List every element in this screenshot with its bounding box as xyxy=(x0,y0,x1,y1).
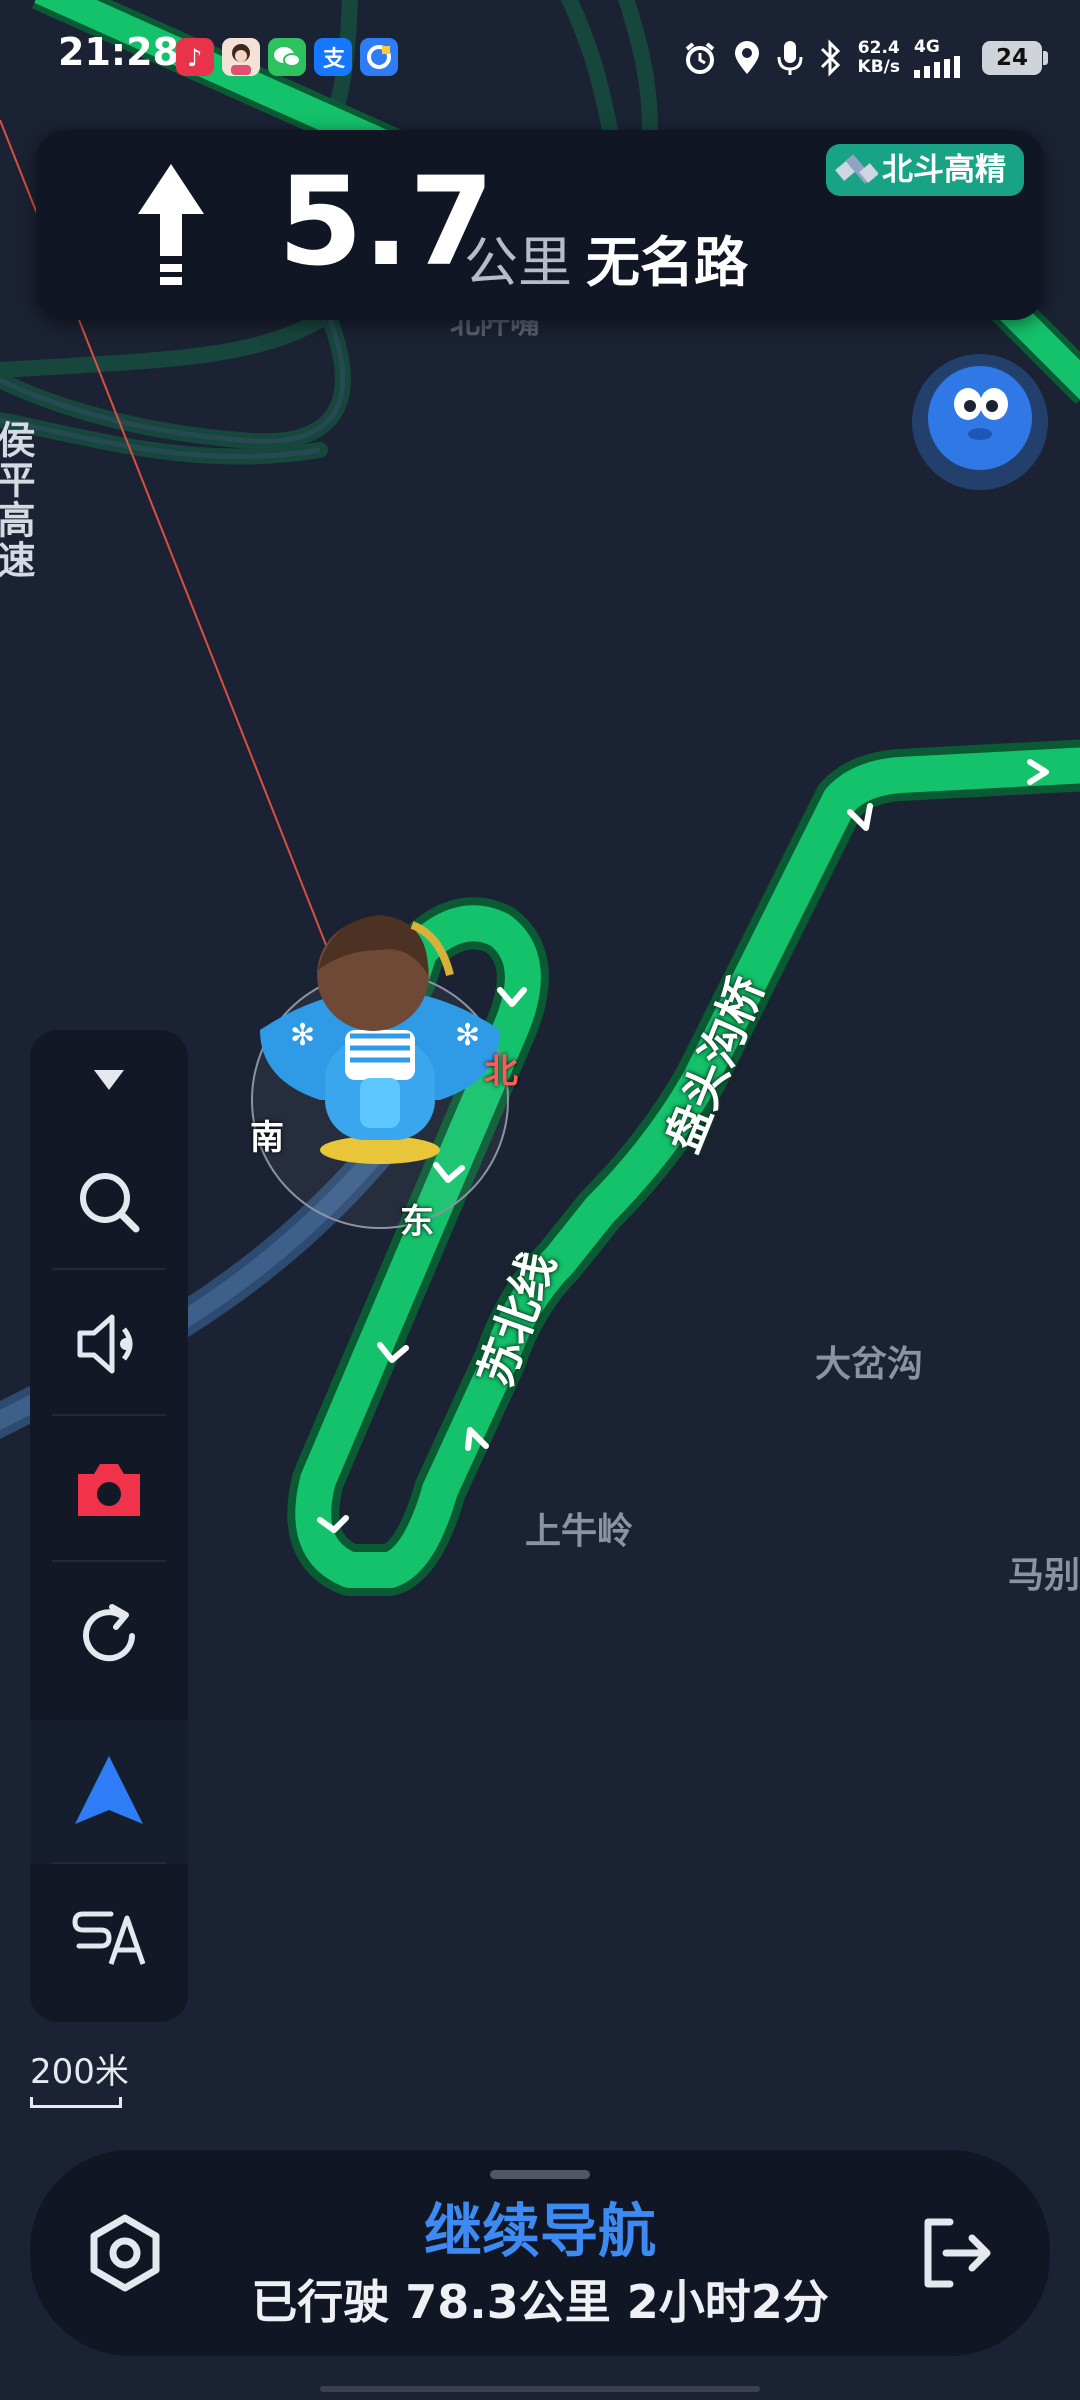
bluetooth-icon xyxy=(820,39,840,77)
alipay-icon: 支 xyxy=(314,38,352,76)
browser-app-icon xyxy=(360,38,398,76)
wechat-icon xyxy=(268,38,306,76)
place-label-dacha: 大岔沟 xyxy=(815,1344,924,1385)
navigation-arrow-icon xyxy=(75,1756,143,1824)
search-button[interactable] xyxy=(30,1130,188,1274)
distance-unit: 公里 xyxy=(464,231,572,294)
map-toolbar xyxy=(30,1030,188,2022)
exit-icon[interactable] xyxy=(910,2208,1000,2298)
status-time: 21:28 xyxy=(58,30,179,74)
svg-text:✻: ✻ xyxy=(455,1018,480,1053)
avatar-app-icon xyxy=(222,38,260,76)
signal-icon xyxy=(914,56,960,78)
svg-text:✻: ✻ xyxy=(290,1018,315,1053)
volume-button[interactable] xyxy=(30,1272,188,1416)
highway-label: 侯平高速 xyxy=(0,420,35,580)
battery-indicator: 24 xyxy=(982,41,1048,75)
voice-assistant-button[interactable] xyxy=(910,352,1050,492)
camera-button[interactable] xyxy=(30,1418,188,1562)
collapse-toolbar-button[interactable] xyxy=(30,1030,188,1130)
toolbar-divider xyxy=(52,1862,166,1864)
place-label-mabie: 马别 xyxy=(1008,1555,1080,1596)
straight-arrow-icon xyxy=(138,164,204,285)
scale-label: 200米 xyxy=(30,2052,129,2092)
follow-mode-button[interactable] xyxy=(30,1720,188,1864)
status-indicators: 62.4 KB/s 4G 24 xyxy=(682,30,1048,86)
drag-handle[interactable] xyxy=(490,2170,590,2179)
satellite-icon xyxy=(835,154,878,184)
network-speed: 62.4 KB/s xyxy=(858,39,900,77)
next-road-name: 无名路 xyxy=(586,231,748,294)
chevron-down-icon xyxy=(94,1070,124,1090)
volume-icon xyxy=(77,1314,133,1374)
camera-icon xyxy=(78,1464,140,1516)
status-bar: 21:28 ♪ 支 62.4 KB/s 4G 24 xyxy=(0,0,1080,110)
compass-south: 南 xyxy=(250,1118,284,1158)
map-scale: 200米 xyxy=(30,2044,129,2108)
compass-east: 东 xyxy=(400,1202,434,1242)
toolbar-divider xyxy=(52,1414,166,1416)
route-overview-icon xyxy=(72,1911,146,1965)
toolbar-divider xyxy=(52,1560,166,1562)
alarm-icon xyxy=(685,42,714,74)
network-type: 4G xyxy=(914,37,940,57)
compass-north: 北 xyxy=(484,1052,518,1092)
refresh-route-button[interactable] xyxy=(30,1564,188,1708)
toolbar-divider xyxy=(52,1268,166,1270)
svg-text:支: 支 xyxy=(323,47,346,72)
refresh-icon xyxy=(83,1604,135,1662)
douyin-icon: ♪ xyxy=(176,38,214,76)
turn-instruction-card[interactable]: 5.7 公里 无名路 北斗高精 xyxy=(36,130,1044,320)
beidou-badge: 北斗高精 xyxy=(826,144,1024,196)
search-icon xyxy=(80,1173,140,1233)
scale-bar xyxy=(30,2097,122,2108)
continue-navigation-button[interactable]: 继续导航 xyxy=(30,2184,1050,2268)
route-overview-button[interactable] xyxy=(30,1866,188,2010)
network-speed-value: 62.4 xyxy=(857,38,900,58)
network-speed-unit: KB/s xyxy=(857,57,900,77)
place-label-shangniuling: 上牛岭 xyxy=(525,1511,634,1552)
next-turn-distance: 5.7 xyxy=(278,151,495,293)
microphone-icon xyxy=(777,41,803,75)
location-icon xyxy=(734,41,759,74)
home-indicator[interactable] xyxy=(320,2386,760,2392)
bottom-nav-panel[interactable]: 继续导航 已行驶 78.3公里 2小时2分 xyxy=(30,2150,1050,2356)
beidou-badge-label: 北斗高精 xyxy=(882,152,1006,188)
svg-text:♪: ♪ xyxy=(187,44,202,72)
trip-info: 已行驶 78.3公里 2小时2分 xyxy=(251,2275,829,2329)
